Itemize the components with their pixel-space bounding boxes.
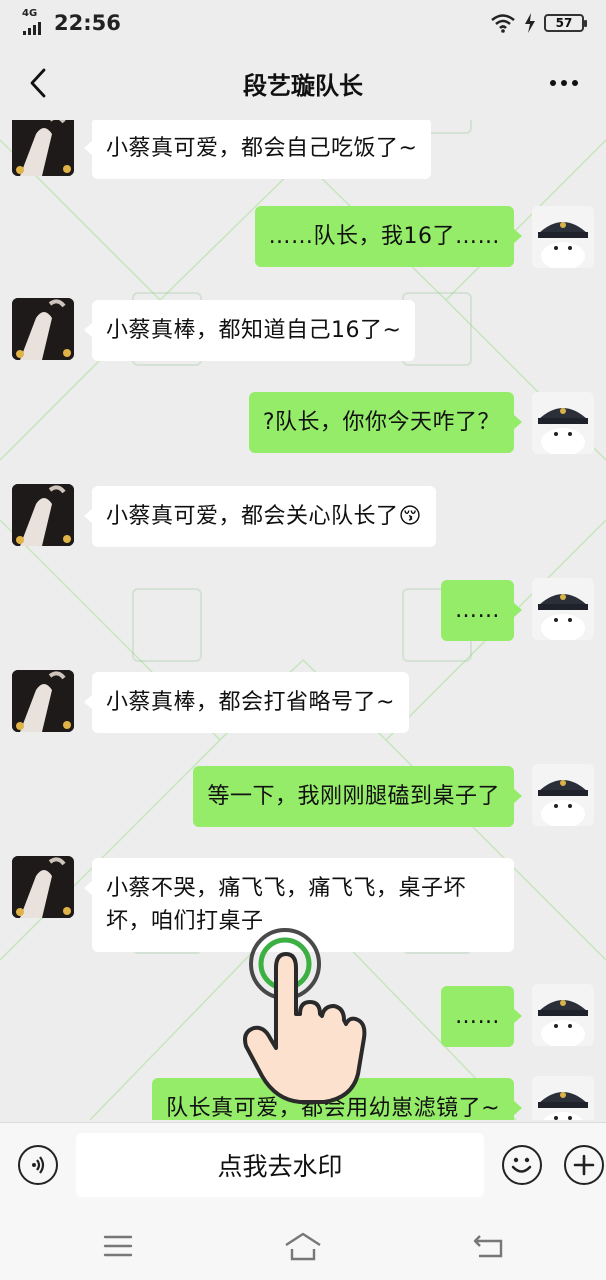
my-avatar[interactable]	[532, 392, 594, 454]
chat-title: 段艺璇队长	[243, 71, 363, 100]
more-button[interactable]	[544, 68, 584, 98]
status-left: 4G 22:56	[22, 8, 121, 35]
status-bar: 4G 22:56 57	[0, 0, 606, 46]
my-avatar[interactable]	[532, 578, 594, 640]
message-text: ……	[455, 598, 500, 623]
emoji-icon	[511, 1157, 532, 1173]
status-right: 57	[490, 13, 587, 33]
charging-icon	[525, 13, 535, 33]
contact-avatar[interactable]	[12, 856, 74, 918]
contact-avatar[interactable]	[12, 120, 74, 176]
menu-icon	[103, 1235, 133, 1257]
input-text: 点我去水印	[217, 1152, 343, 1181]
chat-list[interactable]: 小蔡真可爱，都会自己吃饭了~ ……队长，我16了…… 小蔡真棒，都知道自己16了…	[0, 120, 606, 1120]
my-avatar[interactable]	[532, 1076, 594, 1120]
message-bubble[interactable]: 队长真可爱，都会用幼崽滤镜了~	[152, 1078, 522, 1120]
chat-header: 段艺璇队长	[0, 46, 606, 120]
message-bubble[interactable]: 等一下，我刚刚腿磕到桌子了	[193, 766, 522, 827]
message-bubble[interactable]: ……队长，我16了……	[254, 206, 522, 267]
message-text: ……队长，我16了……	[268, 224, 500, 249]
contact-avatar[interactable]	[12, 670, 74, 732]
message-bubble[interactable]: ……	[441, 986, 522, 1047]
message-bubble[interactable]: 小蔡真可爱，都会关心队长了😚	[84, 486, 436, 547]
watermark-mark	[132, 588, 202, 662]
return-button[interactable]	[468, 1228, 508, 1264]
voice-button[interactable]	[18, 1145, 58, 1185]
message-bubble[interactable]: 小蔡真棒，都知道自己16了~	[83, 300, 416, 361]
menu-button[interactable]	[98, 1228, 138, 1264]
message-text: 小蔡不哭，痛飞飞，痛飞飞，桌子坏坏，咱们打桌子	[106, 876, 467, 934]
battery-indicator: 57	[544, 14, 587, 32]
message-text: 小蔡真棒，都会打省略号了~	[106, 690, 395, 715]
message-bubble[interactable]: 小蔡真棒，都会打省略号了~	[84, 672, 409, 733]
message-text: ……	[455, 1004, 500, 1029]
my-avatar[interactable]	[532, 984, 594, 1046]
message-bubble[interactable]: ?队长，你你今天咋了？	[248, 392, 523, 453]
kissing-emoji: 😚	[398, 504, 422, 529]
message-text: 等一下，我刚刚腿磕到桌子了	[207, 784, 500, 809]
message-text: ?队长，你你今天咋了？	[262, 410, 500, 435]
battery-level: 57	[555, 16, 573, 30]
home-icon	[285, 1232, 321, 1261]
return-icon	[473, 1235, 503, 1258]
message-bubble[interactable]: ……	[441, 580, 522, 641]
plus-button[interactable]	[564, 1145, 604, 1185]
my-avatar[interactable]	[532, 764, 594, 826]
back-button[interactable]	[22, 66, 54, 100]
message-text: 小蔡真可爱，都会自己吃饭了~	[106, 136, 418, 161]
message-bubble[interactable]: 小蔡不哭，痛飞飞，痛飞飞，桌子坏坏，咱们打桌子	[84, 858, 514, 952]
wifi-icon	[491, 14, 515, 33]
plus-icon	[573, 1154, 595, 1176]
message-bubble[interactable]: 小蔡真可爱，都会自己吃饭了~	[83, 120, 432, 179]
system-nav-bar	[0, 1212, 606, 1280]
message-text: 小蔡真可爱，都会关心队长了	[106, 504, 399, 529]
home-button[interactable]	[283, 1228, 323, 1264]
network-type: 4G	[22, 8, 38, 19]
message-text: 队长真可爱，都会用幼崽滤镜了~	[166, 1096, 500, 1120]
back-arrow-icon	[30, 68, 46, 98]
message-input[interactable]: 点我去水印	[76, 1133, 484, 1197]
message-text: 小蔡真棒，都知道自己16了~	[106, 318, 402, 343]
emoji-button[interactable]	[502, 1145, 542, 1185]
contact-avatar[interactable]	[12, 484, 74, 546]
contact-avatar[interactable]	[12, 298, 74, 360]
watermark-lines	[0, 139, 606, 1120]
status-time: 22:56	[54, 11, 121, 35]
my-avatar[interactable]	[532, 206, 594, 268]
input-bar: 点我去水印	[0, 1122, 606, 1212]
signal-icon: 4G	[22, 8, 48, 35]
more-dots-icon	[550, 80, 556, 86]
voice-icon	[32, 1156, 45, 1174]
